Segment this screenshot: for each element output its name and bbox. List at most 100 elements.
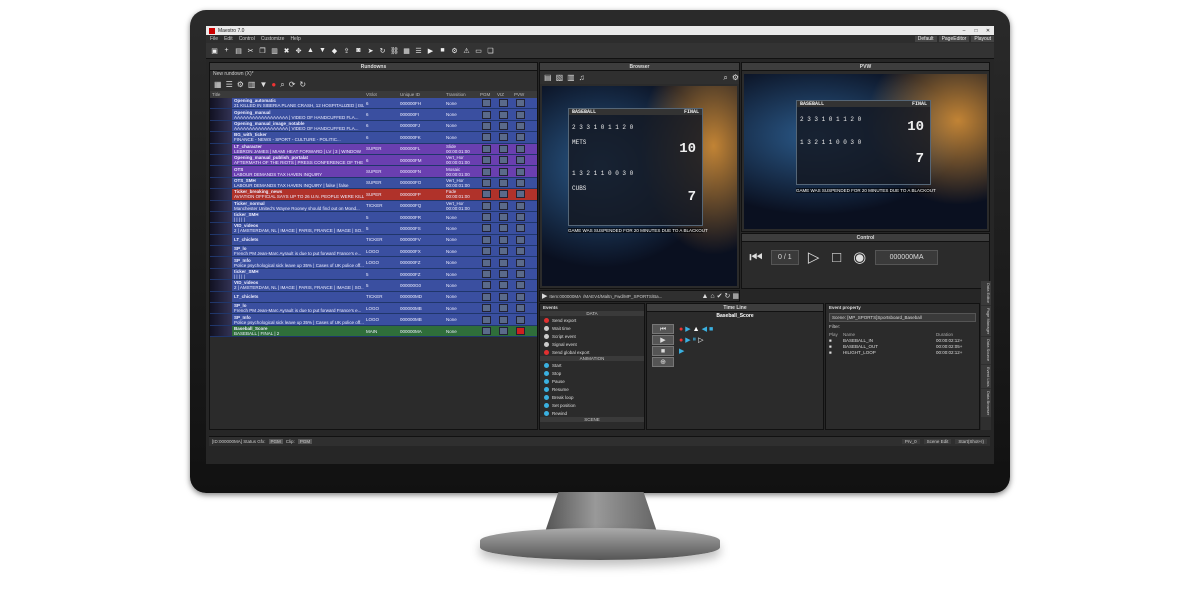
rundown-row[interactable]: BG_with_ticker FINANCE - NEWS - SPORT - C… bbox=[210, 132, 537, 144]
rundown-row[interactable]: SP_Info Police psychological sick leave u… bbox=[210, 257, 537, 269]
rundown-row[interactable]: Opening_automatic 21 KILLED IN SIBERIA PL… bbox=[210, 98, 537, 110]
row-pvw-checkbox[interactable] bbox=[516, 304, 525, 313]
eye-icon[interactable]: ◉ bbox=[852, 248, 868, 266]
path-home-icon[interactable]: ⌂ bbox=[710, 293, 714, 300]
row-pvw-checkbox[interactable] bbox=[516, 156, 525, 165]
track-selected-icon[interactable]: ▷ bbox=[698, 336, 703, 344]
side-tab-page-manager[interactable]: Page Manager bbox=[981, 306, 991, 337]
image-icon[interactable]: ▧ bbox=[556, 73, 564, 82]
stop-take-icon[interactable]: □ bbox=[829, 249, 845, 266]
col-unique-id[interactable]: Unique ID bbox=[398, 92, 444, 97]
track-start-icon[interactable]: ◀ bbox=[702, 325, 707, 333]
row-viz-checkbox[interactable] bbox=[499, 315, 508, 324]
row-viz-checkbox[interactable] bbox=[499, 121, 508, 130]
rundown-row[interactable]: LT_chiclets TICKER 000000FV None bbox=[210, 234, 537, 247]
ep-row[interactable]: ■ BASEBALL_OUT 00:00:02:05+ bbox=[829, 343, 976, 349]
scene-edit-button[interactable]: Scene Edit bbox=[923, 439, 952, 444]
row-pgm-checkbox[interactable] bbox=[482, 247, 491, 256]
track-stop-icon[interactable]: ■ bbox=[709, 326, 713, 333]
down-icon[interactable]: ▼ bbox=[318, 46, 327, 55]
row-viz-checkbox[interactable] bbox=[499, 133, 508, 142]
timeline-stop-icon[interactable]: ■ bbox=[652, 346, 674, 356]
rundown-row[interactable]: ticker_SMH | | | | | 5 000000FZ None bbox=[210, 268, 537, 281]
row-viz-checkbox[interactable] bbox=[499, 156, 508, 165]
warning-icon[interactable]: ⚠ bbox=[462, 46, 471, 55]
row-pgm-checkbox[interactable] bbox=[482, 327, 491, 335]
gear-icon[interactable]: ⚙ bbox=[237, 80, 244, 89]
row-pvw-checkbox[interactable] bbox=[516, 247, 525, 256]
menu-edit[interactable]: Edit bbox=[224, 36, 233, 42]
event-item[interactable]: Set position bbox=[540, 401, 644, 409]
row-pgm-checkbox[interactable] bbox=[482, 281, 491, 290]
event-item[interactable]: Stop bbox=[540, 369, 644, 377]
layers-icon[interactable]: ❏ bbox=[486, 46, 495, 55]
paste-icon[interactable]: ▥ bbox=[270, 46, 279, 55]
chart-icon[interactable]: ▥ bbox=[567, 73, 575, 82]
rundown-row[interactable]: SP_lo French PM Jean-Marc Ayrault is due … bbox=[210, 303, 537, 315]
record-icon[interactable]: ● bbox=[271, 80, 276, 89]
row-pgm-checkbox[interactable] bbox=[482, 235, 491, 244]
row-pvw-checkbox[interactable] bbox=[516, 178, 525, 187]
row-pvw-checkbox[interactable] bbox=[516, 270, 525, 279]
rundown-row[interactable]: SP_lo French PM Jean-Marc Ayrault is due … bbox=[210, 246, 537, 258]
row-pvw-checkbox[interactable] bbox=[516, 315, 525, 324]
skip-back-icon[interactable]: ⏮ bbox=[748, 249, 764, 266]
close-icon[interactable]: ✕ bbox=[982, 28, 994, 34]
row-pvw-checkbox[interactable] bbox=[516, 133, 525, 142]
play-take-icon[interactable]: ▷ bbox=[806, 248, 822, 266]
row-pvw-checkbox[interactable] bbox=[516, 224, 525, 233]
event-item[interactable]: Send global export bbox=[540, 348, 644, 356]
music-icon[interactable]: ♫ bbox=[579, 73, 585, 82]
link-icon[interactable]: ⛓ bbox=[390, 46, 399, 55]
grid-view-icon[interactable]: ▦ bbox=[214, 80, 222, 89]
track-export-2-icon[interactable]: ● bbox=[679, 337, 683, 344]
minimize-icon[interactable]: – bbox=[958, 28, 970, 34]
pointer-icon[interactable]: ➤ bbox=[366, 46, 375, 55]
row-viz-checkbox[interactable] bbox=[499, 270, 508, 279]
row-viz-checkbox[interactable] bbox=[499, 99, 508, 108]
preview-channel-button[interactable]: Prv_0 bbox=[901, 439, 920, 444]
event-item[interactable]: Script event bbox=[540, 332, 644, 340]
path-up-icon[interactable]: ▲ bbox=[701, 293, 708, 300]
row-pgm-checkbox[interactable] bbox=[482, 201, 491, 210]
start-shot-button[interactable]: Start(Shot+I) bbox=[955, 439, 987, 444]
timeline-play-icon[interactable]: ▶ bbox=[652, 335, 674, 345]
track-pause-icon[interactable]: ⏸ bbox=[693, 336, 697, 344]
event-item[interactable]: Start bbox=[540, 361, 644, 369]
row-pgm-checkbox[interactable] bbox=[482, 270, 491, 279]
col-title[interactable]: Title bbox=[210, 92, 232, 97]
row-pgm-checkbox[interactable] bbox=[482, 133, 491, 142]
timeline-rewind-icon[interactable]: ⏮ bbox=[652, 324, 674, 334]
row-pgm-checkbox[interactable] bbox=[482, 315, 491, 324]
menu-control[interactable]: Control bbox=[239, 36, 255, 42]
ep-row[interactable]: ■ BASEBALL_IN 00:00:02:12+ bbox=[829, 337, 976, 343]
copy-icon[interactable]: ❐ bbox=[258, 46, 267, 55]
export-icon[interactable]: ⇪ bbox=[342, 46, 351, 55]
ep-play-checkbox[interactable]: ■ bbox=[829, 338, 843, 343]
scene-select[interactable]: Scene: [MP_SPORTS]Sportsboard_Baseball bbox=[829, 313, 976, 322]
row-pvw-checkbox[interactable] bbox=[516, 235, 525, 244]
search-icon[interactable]: ⌕ bbox=[280, 80, 284, 90]
row-pvw-checkbox[interactable] bbox=[516, 144, 525, 153]
rundown-row[interactable]: Opening_manual AAAAAAAAAAAAAAAAAA | VIDEO… bbox=[210, 109, 537, 121]
row-pvw-checkbox[interactable] bbox=[516, 281, 525, 290]
row-pvw-checkbox[interactable] bbox=[516, 213, 525, 222]
side-tab-data-editor[interactable]: Data Editor bbox=[981, 281, 991, 306]
rundown-row[interactable]: Ticker_breaking_news AVIATION OFFICIAL SA… bbox=[210, 189, 537, 201]
row-viz-checkbox[interactable] bbox=[499, 281, 508, 290]
row-pgm-checkbox[interactable] bbox=[482, 178, 491, 187]
side-tab-event-lists[interactable]: Event Lists bbox=[981, 364, 991, 389]
menu-help[interactable]: Help bbox=[290, 36, 300, 42]
ep-play-checkbox[interactable]: ■ bbox=[829, 344, 843, 349]
rundown-row[interactable]: LT_chiclets TICKER 000000MD None bbox=[210, 291, 537, 304]
refresh-icon[interactable]: ↻ bbox=[378, 46, 387, 55]
rundown-row[interactable]: ticker_SMH | | | | | 5 000000FR None bbox=[210, 211, 537, 224]
menu-customize[interactable]: Customize bbox=[261, 36, 285, 42]
event-item[interactable]: Send export bbox=[540, 316, 644, 324]
erase-icon[interactable]: ◆ bbox=[330, 46, 339, 55]
row-pgm-checkbox[interactable] bbox=[482, 292, 491, 301]
col-vslot[interactable]: VSlot bbox=[364, 92, 398, 97]
row-viz-checkbox[interactable] bbox=[499, 235, 508, 244]
timeline-add-icon[interactable]: ⊕ bbox=[652, 357, 674, 367]
track-play-3-icon[interactable]: ▶ bbox=[679, 347, 684, 355]
